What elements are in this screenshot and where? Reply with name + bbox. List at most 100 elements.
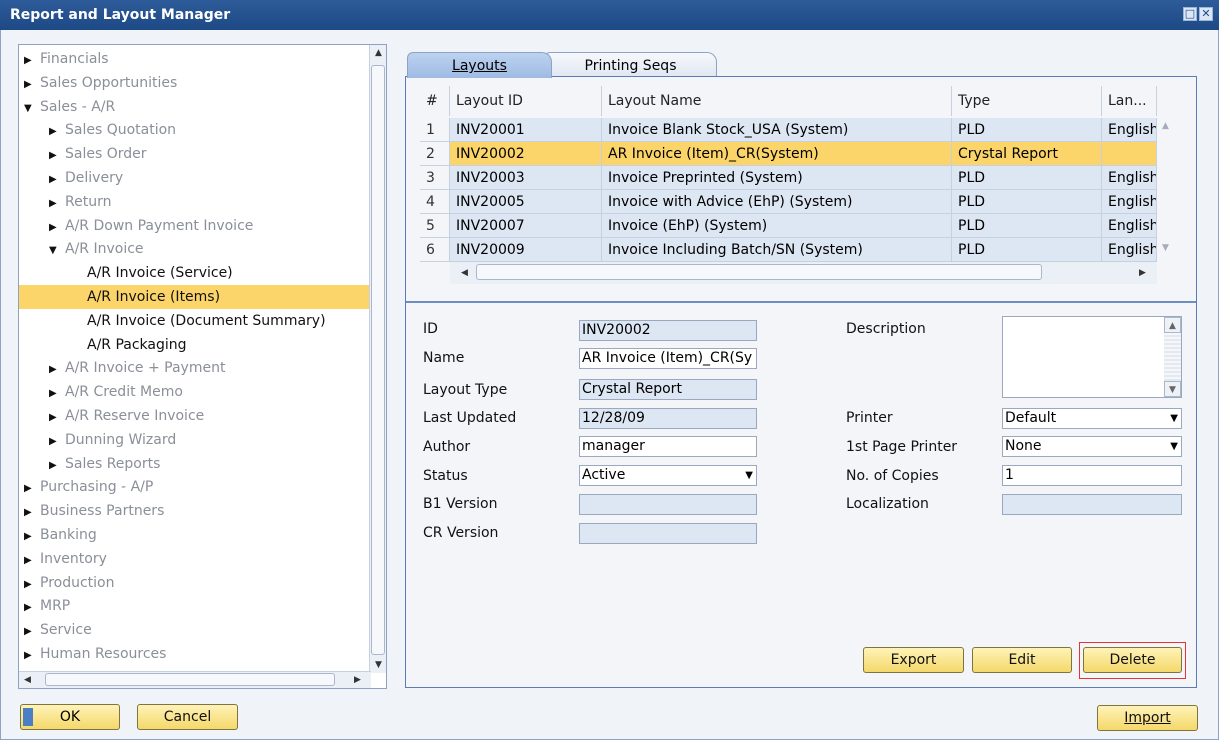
expand-arrow-icon[interactable]: ▶	[49, 216, 61, 240]
expand-arrow-icon[interactable]: ▶	[24, 501, 36, 525]
tab-printing-seqs[interactable]: Printing Seqs	[544, 52, 717, 78]
tree-item[interactable]: ▶ A/R Credit Memo	[19, 380, 371, 404]
window-titlebar: Report and Layout Manager □ ✕	[0, 0, 1219, 30]
tree-item[interactable]: A/R Invoice (Items)	[19, 285, 371, 309]
tree-scroll-thumb[interactable]	[371, 65, 385, 655]
scroll-up-icon[interactable]: ▲	[370, 45, 386, 61]
table-row[interactable]: 1 INV20001 Invoice Blank Stock_USA (System…	[420, 118, 1157, 142]
grid-hscroll-thumb[interactable]	[476, 264, 1042, 280]
tree-hscroll-thumb[interactable]	[45, 673, 335, 686]
status-dropdown[interactable]: Active ▼	[579, 465, 757, 486]
expand-arrow-icon[interactable]: ▶	[49, 430, 61, 454]
chevron-down-icon[interactable]: ▼	[745, 466, 753, 485]
tree-item[interactable]: ▶ Human Resources	[19, 642, 371, 666]
printer-dropdown[interactable]: Default ▼	[1002, 408, 1182, 429]
tree-item[interactable]: ▶ A/R Down Payment Invoice	[19, 214, 371, 238]
expand-arrow-icon[interactable]: ▶	[24, 73, 36, 97]
description-scrollbar[interactable]: ▲ ▼	[1164, 317, 1181, 397]
expand-arrow-icon[interactable]: ▶	[49, 168, 61, 192]
tree-item[interactable]: ▶ Sales Reports	[19, 452, 371, 476]
export-button[interactable]: Export	[863, 647, 964, 673]
tree-vertical-scrollbar[interactable]: ▲ ▼	[369, 45, 386, 673]
close-icon[interactable]: ✕	[1199, 7, 1213, 21]
grid-header-layout-id[interactable]: Layout ID	[450, 86, 602, 116]
copies-field[interactable]: 1	[1002, 465, 1182, 486]
tree-item[interactable]: ▶ A/R Invoice + Payment	[19, 356, 371, 380]
grid-horizontal-scrollbar[interactable]: ◀ ▶	[450, 262, 1157, 284]
grid-cell-name: Invoice Blank Stock_USA (System)	[602, 118, 952, 142]
name-field[interactable]: AR Invoice (Item)_CR(Sy	[579, 348, 757, 369]
tree-item[interactable]: A/R Invoice (Service)	[19, 261, 371, 285]
scroll-left-icon[interactable]: ◀	[19, 672, 36, 688]
table-row[interactable]: 2 INV20002 AR Invoice (Item)_CR(System) Cry…	[420, 142, 1157, 166]
tree-item[interactable]: ▶ A/R Reserve Invoice	[19, 404, 371, 428]
tree-item[interactable]: ▶ Return	[19, 190, 371, 214]
grid-header-layout-name[interactable]: Layout Name	[602, 86, 952, 116]
expand-arrow-icon[interactable]: ▶	[49, 454, 61, 478]
tree-item[interactable]: ▼ A/R Invoice	[19, 237, 371, 261]
tree-item[interactable]: ▶ Banking	[19, 523, 371, 547]
expand-arrow-icon[interactable]: ▶	[24, 620, 36, 644]
cancel-button[interactable]: Cancel	[137, 704, 238, 730]
tree-item[interactable]: ▶ Inventory	[19, 547, 371, 571]
scroll-down-icon[interactable]: ▼	[1164, 381, 1181, 397]
import-button[interactable]: Import	[1097, 705, 1198, 731]
expand-arrow-icon[interactable]: ▶	[24, 49, 36, 73]
tree-item[interactable]: ▶ Service	[19, 618, 371, 642]
expand-arrow-icon[interactable]: ▶	[49, 120, 61, 144]
grid-header-type[interactable]: Type	[952, 86, 1102, 116]
expand-arrow-icon[interactable]: ▶	[24, 477, 36, 501]
tree-item[interactable]: ▶ Sales Opportunities	[19, 71, 371, 95]
status-value: Active	[582, 467, 626, 483]
tree-item[interactable]: ▶ Dunning Wizard	[19, 428, 371, 452]
collapse-arrow-icon[interactable]: ▼	[49, 239, 61, 263]
scroll-right-icon[interactable]: ▶	[1134, 265, 1151, 281]
tree-item[interactable]: ▶ Business Partners	[19, 499, 371, 523]
grid-vertical-scrollbar[interactable]: ▲ ▼	[1157, 118, 1175, 259]
table-row[interactable]: 6 INV20009 Invoice Including Batch/SN (Sys…	[420, 238, 1157, 262]
tree-item[interactable]: ▼ Sales - A/R	[19, 95, 371, 119]
expand-arrow-icon[interactable]: ▶	[24, 549, 36, 573]
expand-arrow-icon[interactable]: ▶	[24, 573, 36, 597]
restore-icon[interactable]: □	[1183, 7, 1197, 21]
expand-arrow-icon[interactable]: ▶	[49, 358, 61, 382]
scroll-left-icon[interactable]: ◀	[456, 265, 473, 281]
scroll-down-icon[interactable]: ▼	[370, 657, 386, 673]
tree-item[interactable]: ▶ Sales Quotation	[19, 118, 371, 142]
chevron-down-icon[interactable]: ▼	[1170, 409, 1178, 428]
expand-arrow-icon[interactable]: ▶	[24, 644, 36, 668]
chevron-down-icon[interactable]: ▼	[1170, 437, 1178, 456]
tab-layouts[interactable]: Layouts	[407, 52, 552, 78]
expand-arrow-icon[interactable]: ▶	[49, 192, 61, 216]
tree-item[interactable]: ▶ Delivery	[19, 166, 371, 190]
scroll-up-icon[interactable]: ▲	[1157, 118, 1174, 134]
grid-header-language[interactable]: Lan...	[1102, 86, 1157, 116]
expand-arrow-icon[interactable]: ▶	[49, 382, 61, 406]
table-row[interactable]: 4 INV20005 Invoice with Advice (EhP) (Syst…	[420, 190, 1157, 214]
tree-horizontal-scrollbar[interactable]: ◀ ▶	[19, 671, 371, 688]
expand-arrow-icon[interactable]: ▶	[49, 406, 61, 430]
first-page-printer-dropdown[interactable]: None ▼	[1002, 436, 1182, 457]
tree-item[interactable]: ▶ Production	[19, 571, 371, 595]
tree-item[interactable]: ▶ Sales Order	[19, 142, 371, 166]
tree-item[interactable]: ▶ Financials	[19, 47, 371, 71]
expand-arrow-icon[interactable]: ▶	[24, 596, 36, 620]
scroll-up-icon[interactable]: ▲	[1164, 317, 1181, 333]
tree-item[interactable]: ▶ MRP	[19, 594, 371, 618]
author-field[interactable]: manager	[579, 436, 757, 457]
ok-button[interactable]: OK	[20, 704, 120, 730]
description-textarea[interactable]: ▲ ▼	[1002, 316, 1182, 398]
table-row[interactable]: 3 INV20003 Invoice Preprinted (System) PLD E…	[420, 166, 1157, 190]
tree-item[interactable]: A/R Packaging	[19, 333, 371, 357]
expand-arrow-icon[interactable]: ▶	[24, 525, 36, 549]
scroll-right-icon[interactable]: ▶	[349, 672, 366, 688]
edit-button[interactable]: Edit	[972, 647, 1072, 673]
table-row[interactable]: 5 INV20007 Invoice (EhP) (System) PLD Englis…	[420, 214, 1157, 238]
tree-item[interactable]: ▶ Purchasing - A/P	[19, 475, 371, 499]
collapse-arrow-icon[interactable]: ▼	[24, 97, 36, 121]
tree-item-label: A/R Reserve Invoice	[65, 408, 205, 424]
scroll-down-icon[interactable]: ▼	[1157, 240, 1174, 256]
expand-arrow-icon[interactable]: ▶	[49, 144, 61, 168]
delete-button[interactable]: Delete	[1083, 647, 1182, 673]
tree-item[interactable]: A/R Invoice (Document Summary)	[19, 309, 371, 333]
